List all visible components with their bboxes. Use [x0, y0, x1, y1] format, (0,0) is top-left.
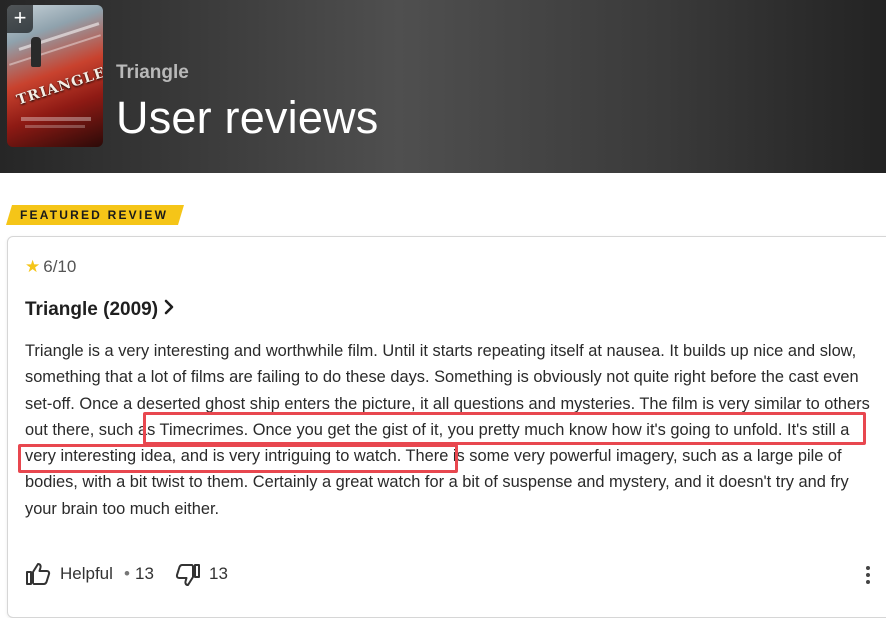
highlight-box [18, 444, 458, 473]
helpful-count: 13 [135, 564, 154, 583]
page-title: User reviews [116, 92, 379, 143]
thumbs-up-icon[interactable] [25, 562, 51, 591]
more-vertical-icon [866, 573, 870, 577]
helpful-label: Helpful [60, 564, 113, 583]
chevron-right-icon [164, 299, 174, 321]
review-title-link[interactable]: Triangle (2009) [25, 299, 174, 321]
highlight-box [143, 412, 866, 445]
more-vertical-icon [866, 580, 870, 584]
poster-title: TRIANGLE [14, 64, 103, 109]
star-icon: ★ [25, 257, 41, 276]
thumbs-down-icon[interactable] [175, 563, 201, 592]
separator-dot: • [124, 564, 130, 583]
more-options-button[interactable] [862, 566, 874, 592]
add-to-watchlist-button[interactable]: + [7, 5, 33, 33]
add-icon: + [13, 5, 27, 30]
poster-figure [31, 37, 41, 67]
review-title-text: Triangle (2009) [25, 299, 159, 321]
rating-value: 6/10 [43, 257, 77, 276]
more-vertical-icon [866, 566, 870, 570]
featured-review-badge: FEATURED REVIEW [6, 205, 184, 225]
poster-credits [21, 117, 91, 121]
review-rating: ★ 6/10 [25, 257, 76, 277]
not-helpful-count: 13 [209, 564, 228, 583]
poster-credits [25, 125, 85, 128]
page-header: TRIANGLE + Triangle User reviews [0, 0, 886, 173]
movie-title-link[interactable]: Triangle [116, 62, 189, 84]
